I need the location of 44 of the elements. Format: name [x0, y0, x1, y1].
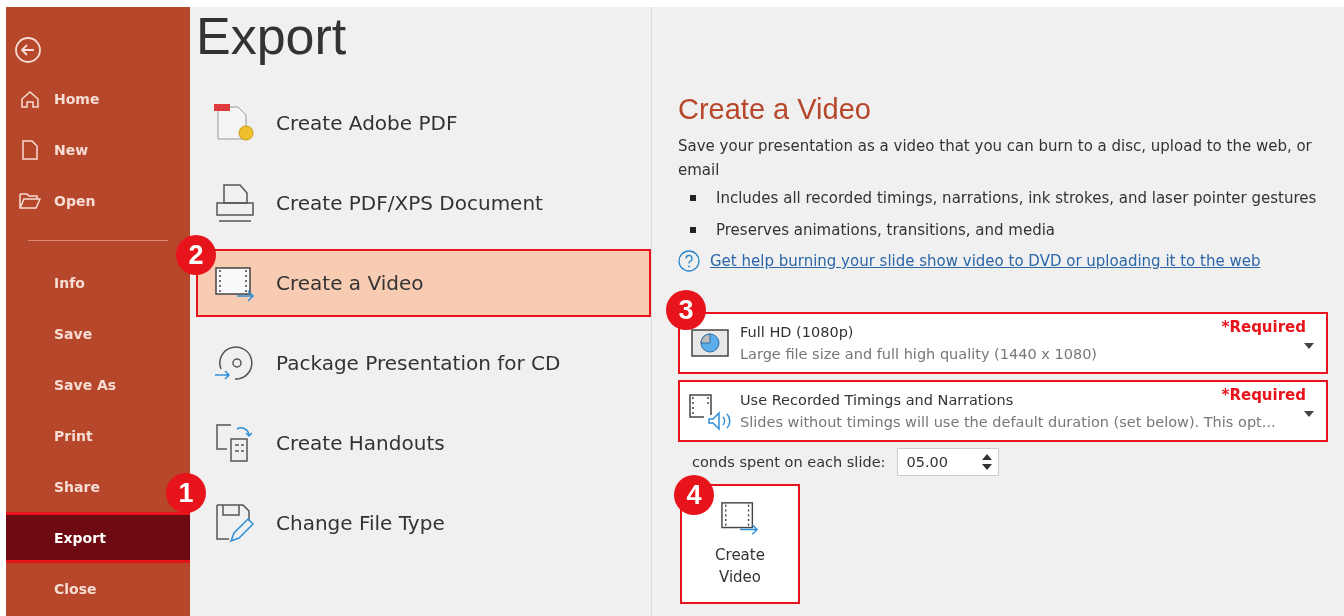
sidebar-item[interactable]: Close — [6, 580, 97, 597]
export-option[interactable]: Create Adobe PDF — [196, 83, 651, 163]
required-note: *Required — [1221, 386, 1306, 404]
step-number-badge: 4 — [674, 475, 714, 515]
page-title: Export — [196, 7, 347, 67]
document-icon — [21, 139, 39, 160]
folder-icon — [19, 191, 41, 210]
back-icon[interactable] — [14, 36, 42, 64]
sidebar-item[interactable]: Save As — [6, 376, 117, 393]
option-detail: Large file size and full high quality (1440 x 1080) — [740, 346, 1098, 362]
help-link[interactable]: Get help burning your slide show video to DVD or uploading it to the web — [710, 252, 1261, 270]
sidebar-item[interactable]: Open — [6, 191, 96, 210]
printer-icon — [214, 181, 256, 225]
sidebar-item[interactable]: Print — [6, 427, 93, 444]
option-title: Use Recorded Timings and Narrations — [740, 392, 1014, 408]
caret-icon — [1304, 411, 1314, 417]
step-number-badge: 1 — [166, 473, 206, 513]
home-icon — [20, 88, 40, 109]
spin-arrows-icon[interactable] — [982, 453, 993, 471]
bullet-text: Preserves animations, transitions, and media — [716, 220, 1056, 241]
help-icon — [678, 250, 700, 272]
sidebar-item[interactable]: Home — [6, 88, 100, 109]
option-title: Full HD (1080p) — [740, 324, 854, 340]
seconds-spinner[interactable]: 05.00 — [897, 448, 1000, 476]
sidebar-item[interactable]: New — [6, 139, 89, 160]
pie-chart-icon — [690, 327, 730, 359]
required-note: *Required — [1221, 318, 1306, 336]
dropdown[interactable]: Use Recorded Timings and Narrations *Required Slides without timings will use the default duration (set below). This opt... — [678, 380, 1328, 442]
sidebar-item[interactable]: Save — [6, 325, 93, 342]
bullet-icon — [690, 227, 696, 233]
bullet-text: Includes all recorded timings, narrations, ink strokes, and laser pointer gestures — [716, 188, 1317, 209]
save-pencil-icon — [213, 501, 257, 545]
step-number-badge: 3 — [666, 290, 706, 330]
export-option[interactable]: Package Presentation for CD — [196, 323, 651, 403]
bullet-icon — [690, 195, 696, 201]
caret-icon — [1304, 343, 1314, 349]
seconds-label: conds spent on each slide: — [692, 454, 886, 470]
sidebar-item[interactable]: Share — [6, 478, 100, 495]
description-text: Save your presentation as a video that you can burn to a disc, upload to the web, or email — [678, 136, 1313, 181]
option-detail: Slides without timings will use the default duration (set below). This opt... — [740, 414, 1276, 430]
film-speaker-icon — [687, 391, 733, 431]
sidebar-item[interactable]: Info — [6, 274, 85, 291]
sidebar-item[interactable]: Export — [6, 529, 106, 546]
panel-title: Create a Video — [678, 93, 872, 126]
